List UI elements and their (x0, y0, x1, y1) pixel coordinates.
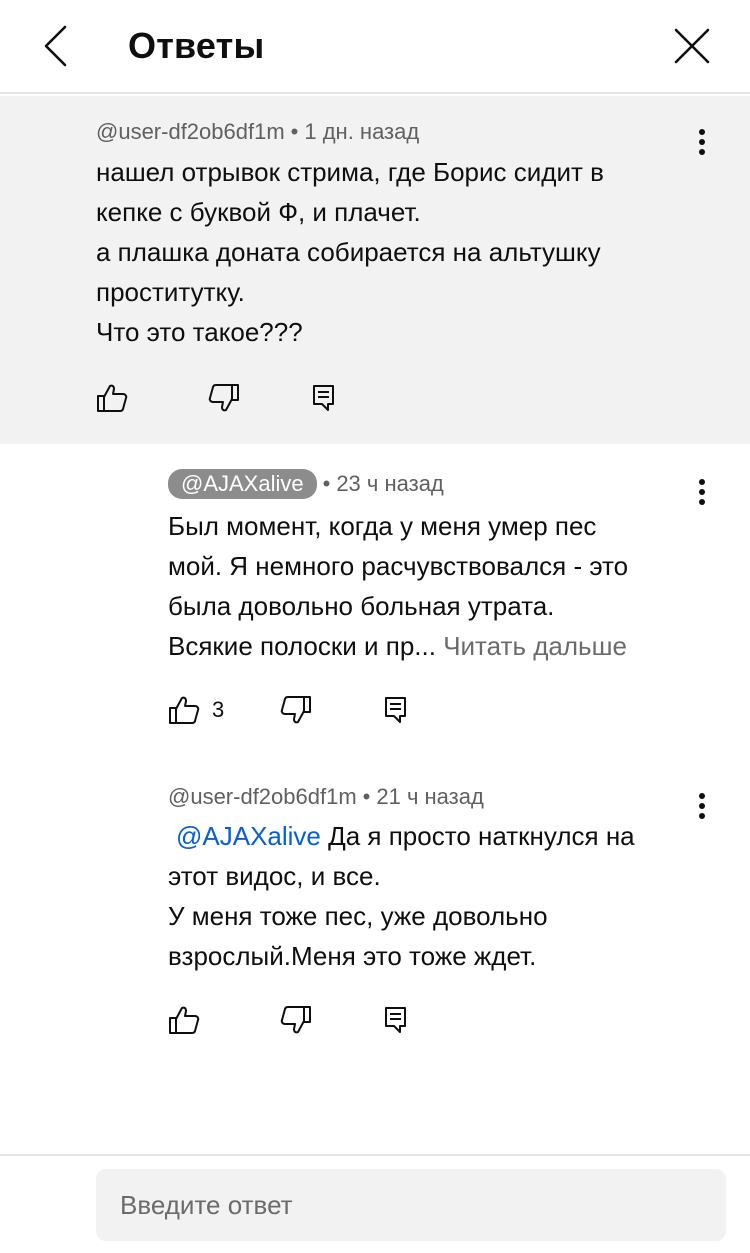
comment-text: @AJAXalive Да я просто наткнулся на этот… (168, 816, 728, 976)
comment-time: 1 дн. назад (304, 119, 420, 144)
comment-meta: @user-df2ob6df1m • 1 дн. назад (96, 118, 419, 146)
page-title: Ответы (128, 25, 265, 66)
comment-actions (168, 1000, 428, 1040)
like-button[interactable]: 3 (168, 690, 224, 730)
back-button[interactable] (30, 18, 82, 74)
separator-dot: • (362, 784, 371, 809)
read-more-link[interactable]: Читать дальше (443, 631, 627, 661)
like-count: 3 (212, 697, 225, 722)
replies-panel: Ответы @user-df2ob6df1m • 1 дн. назад наше… (0, 0, 750, 1253)
header: Ответы (0, 0, 750, 94)
reply-comment: @AJAXalive • 23 ч назад Был момент, когда … (0, 444, 750, 754)
comment-time: 21 ч назад (376, 784, 484, 809)
more-vertical-icon (699, 479, 705, 505)
parent-comment: @user-df2ob6df1m • 1 дн. назад нашел отрыв… (0, 96, 750, 444)
comment-actions (96, 378, 356, 418)
reply-input[interactable] (96, 1169, 726, 1241)
thumbs-down-icon (280, 696, 311, 724)
separator-dot: • (322, 471, 331, 496)
comment-icon (385, 697, 406, 723)
like-button[interactable] (168, 1000, 200, 1040)
comment-icon (385, 1007, 406, 1033)
separator-dot: • (290, 119, 299, 144)
comment-author-chip[interactable]: @AJAXalive (168, 469, 317, 499)
dislike-button[interactable] (280, 1000, 312, 1040)
comment-actions: 3 (168, 690, 428, 730)
comment-time: 23 ч назад (336, 471, 444, 496)
reply-button[interactable] (312, 378, 336, 418)
comment-meta: @AJAXalive • 23 ч назад (168, 469, 444, 499)
thumbs-up-icon (169, 696, 200, 724)
comment-author[interactable]: @user-df2ob6df1m (168, 784, 357, 809)
thumbs-up-icon (169, 1006, 200, 1034)
comment-meta: @user-df2ob6df1m • 21 ч назад (168, 783, 484, 811)
comment-icon (313, 385, 334, 411)
comment-text: нашел отрывок стрима, где Борис сидит в … (96, 157, 604, 347)
comment-author[interactable]: @user-df2ob6df1m (96, 119, 285, 144)
reply-button[interactable] (384, 1000, 408, 1040)
thumbs-down-icon (280, 1006, 311, 1034)
thumbs-down-icon (208, 384, 239, 412)
reply-divider (0, 1154, 750, 1156)
close-icon (674, 28, 710, 64)
more-vertical-icon (699, 129, 705, 155)
like-button[interactable] (96, 378, 128, 418)
reply-comment: @user-df2ob6df1m • 21 ч назад @AJAXalive Д… (0, 754, 750, 1074)
comment-text: Был момент, когда у меня умер пес мой. Я… (168, 506, 708, 666)
reply-button[interactable] (384, 690, 408, 730)
dislike-button[interactable] (208, 378, 240, 418)
dislike-button[interactable] (280, 690, 312, 730)
mention-link[interactable]: @AJAXalive (176, 821, 321, 851)
close-button[interactable] (666, 20, 718, 72)
chevron-left-icon (44, 25, 67, 67)
thumbs-up-icon (97, 384, 128, 412)
